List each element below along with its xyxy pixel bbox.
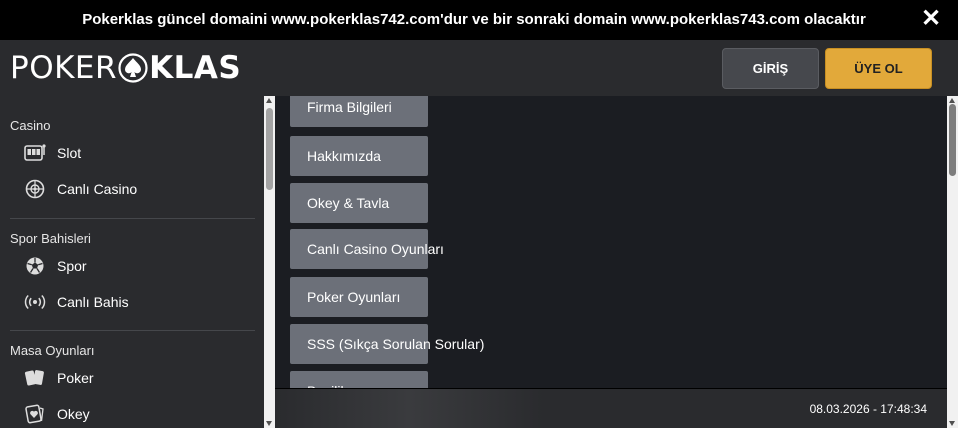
roulette-icon <box>24 178 46 200</box>
sidebar-item-label: Spor <box>57 258 87 274</box>
sidebar-item-label: Canlı Casino <box>57 181 138 197</box>
sidebar-item-canli-casino[interactable]: Canlı Casino <box>24 176 137 202</box>
login-button[interactable]: GİRİŞ <box>722 48 819 89</box>
menu-button-okey-tavla[interactable]: Okey & Tavla <box>290 183 428 223</box>
sidebar-item-slot[interactable]: Slot <box>24 140 81 166</box>
spade-icon <box>118 53 148 83</box>
menu-button-sss[interactable]: SSS (Sıkça Sorulan Sorular) <box>290 324 484 364</box>
sidebar-item-label: Canlı Bahis <box>57 294 129 310</box>
site-logo[interactable]: POKER KLAS <box>10 50 242 86</box>
datetime-display: 08.03.2026 - 17:48:34 <box>809 402 927 416</box>
signup-button[interactable]: ÜYE OL <box>825 48 932 89</box>
sidebar-section-masa: Masa Oyunları <box>10 343 95 358</box>
sidebar-item-poker[interactable]: Poker <box>24 365 94 391</box>
menu-button-firma-bilgileri[interactable]: Firma Bilgileri <box>290 96 428 127</box>
soccer-ball-icon <box>24 255 46 277</box>
scrollbar-thumb[interactable] <box>266 108 273 190</box>
page-scrollbar[interactable] <box>947 96 958 428</box>
announcement-bar: Pokerklas güncel domaini www.pokerklas74… <box>0 0 958 40</box>
scroll-down-arrow-icon[interactable] <box>949 421 955 426</box>
scroll-up-arrow-icon[interactable] <box>266 98 272 103</box>
sidebar-item-label: Okey <box>57 406 90 422</box>
sidebar-section-spor: Spor Bahisleri <box>10 231 91 246</box>
sidebar-item-okey[interactable]: Okey <box>24 401 90 427</box>
scrollbar-thumb[interactable] <box>949 104 956 176</box>
live-broadcast-icon <box>24 291 46 313</box>
menu-button-poker-oyunlari[interactable]: Poker Oyunları <box>290 277 428 317</box>
close-icon[interactable]: ✕ <box>918 6 944 32</box>
announcement-text: Pokerklas güncel domaini www.pokerklas74… <box>82 11 866 28</box>
slot-machine-icon <box>24 142 46 164</box>
sidebar-scrollbar[interactable] <box>264 96 275 428</box>
sidebar: Casino Slot Canlı Casino Spor Bahisleri … <box>0 96 264 428</box>
sidebar-divider <box>10 218 255 219</box>
sidebar-item-canli-bahis[interactable]: Canlı Bahis <box>24 289 129 315</box>
menu-button-bayilik[interactable]: Bayilik <box>290 371 428 388</box>
menu-button-hakkimizda[interactable]: Hakkımızda <box>290 136 428 176</box>
sidebar-item-label: Slot <box>57 145 82 161</box>
logo-text-poker: POKER <box>10 50 118 86</box>
main-content: Firma Bilgileri Hakkımızda Okey & Tavla … <box>275 96 947 388</box>
sidebar-section-casino: Casino <box>10 118 51 133</box>
scroll-down-arrow-icon[interactable] <box>266 421 272 426</box>
sidebar-item-spor[interactable]: Spor <box>24 253 87 279</box>
menu-button-canli-casino-oyunlari[interactable]: Canlı Casino Oyunları <box>290 229 444 269</box>
heart-card-icon <box>24 403 46 425</box>
sidebar-divider <box>10 330 255 331</box>
logo-text-klas: KLAS <box>149 50 242 86</box>
cards-icon <box>24 367 46 389</box>
footer-bar: 08.03.2026 - 17:48:34 <box>275 388 947 428</box>
sidebar-item-label: Poker <box>57 370 94 386</box>
scroll-up-arrow-icon[interactable] <box>949 98 955 103</box>
